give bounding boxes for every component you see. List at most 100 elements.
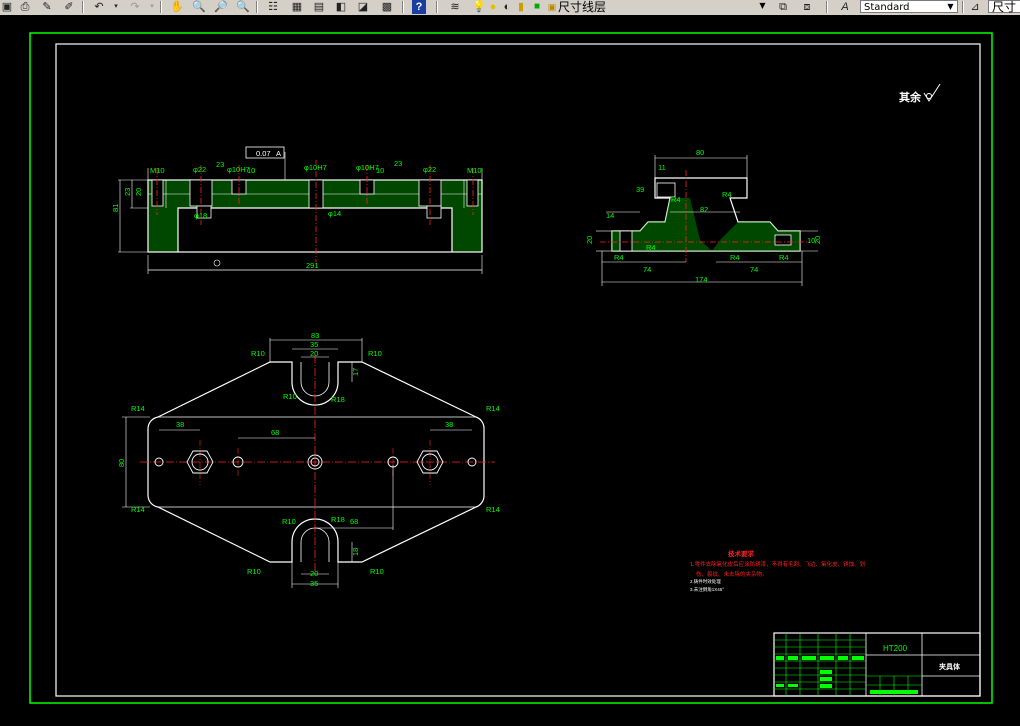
dim-r4-f: R4 [646, 243, 656, 252]
dim-20-bottom: 20 [310, 569, 318, 578]
dim-d10h7-b: φ10H7 [304, 163, 327, 172]
title-block: HT200 夹具体 [773, 632, 981, 697]
dim-14: 14 [606, 211, 614, 220]
dim-18: 18 [351, 548, 360, 556]
dim-r10-b: R10 [368, 349, 382, 358]
make-current-layer-icon[interactable]: ⧉ [776, 0, 790, 14]
text-style-select[interactable]: Standard ▼ [860, 0, 958, 13]
undo-dropdown-icon[interactable]: ▾ [112, 0, 120, 14]
redo-icon[interactable]: ↷ [128, 0, 142, 14]
dim-20-left: 20 [585, 236, 594, 244]
dim-r10-a: R10 [251, 349, 265, 358]
tech-req-title: 技术要求 [728, 549, 755, 558]
chevron-down-icon[interactable]: ▼ [945, 1, 956, 12]
dim-81: 81 [111, 204, 120, 212]
dim-17: 17 [351, 368, 360, 376]
dim-r10-e: R10 [247, 567, 261, 576]
dim-r18-b: R18 [331, 515, 345, 524]
chevron-down-icon[interactable]: ▼ [757, 0, 768, 11]
dim-38-right: 38 [445, 420, 453, 429]
calculator-icon[interactable]: ▩ [380, 0, 394, 14]
dim-74-right: 74 [750, 265, 758, 274]
dim-10-a: 10 [247, 166, 255, 175]
tech-req-line1: 1.零件去除氧化皮后应涂防锈漆，不得有毛刺、飞边、氧化皮、锈蚀、划 [690, 560, 865, 568]
dim-tolerance: 0.07 [256, 149, 271, 158]
technical-requirements: 技术要求 1.零件去除氧化皮后应涂防锈漆，不得有毛刺、飞边、氧化皮、锈蚀、划 伤… [690, 549, 865, 593]
dim-291: 291 [306, 261, 319, 270]
zoom-previous-icon[interactable]: 🔍 [236, 0, 250, 14]
match-properties-icon[interactable]: ✐ [62, 0, 76, 14]
dim-m10-left: M10 [150, 166, 165, 175]
dim-23-a: 23 [216, 160, 224, 169]
dimension-style-select[interactable]: 尺寸 [988, 0, 1020, 14]
layer-manager-icon[interactable]: ≋ [448, 0, 462, 14]
dim-r4-d: R4 [730, 253, 740, 262]
pencil-icon[interactable]: ✎ [40, 0, 54, 14]
dim-r14-d: R14 [486, 505, 500, 514]
dim-d18: φ18 [194, 211, 207, 220]
undo-icon[interactable]: ↶ [92, 0, 106, 14]
layer-previous-icon[interactable]: ⧈ [800, 0, 814, 14]
properties-icon[interactable]: ☷ [266, 0, 280, 14]
tech-req-line2: 伤、裂纹、未去除的夹杂物。 [696, 570, 768, 578]
dim-r4-b: R4 [722, 190, 732, 199]
tool-palettes-icon[interactable]: ▤ [312, 0, 326, 14]
title-block-material: HT200 [883, 644, 908, 653]
inner-border [55, 43, 981, 697]
redo-dropdown-icon[interactable]: ▾ [148, 0, 156, 14]
markup-icon[interactable]: ◪ [356, 0, 370, 14]
dim-68-bottom: 68 [350, 517, 358, 526]
layer-vp-freeze-icon[interactable]: ◐ [500, 0, 514, 14]
drawing-canvas[interactable]: 其余 291 φ22 φ22 φ10H7 φ10H7 φ10H7 φ18 φ14… [0, 15, 1020, 721]
title-block-part-name: 夹具体 [939, 662, 961, 671]
dim-m10-right: M10 [467, 166, 482, 175]
dim-11: 11 [658, 163, 666, 172]
open-icon[interactable]: ▣ [0, 0, 14, 14]
dim-74-left: 74 [643, 265, 651, 274]
dim-20-right: 20 [813, 236, 822, 244]
dim-r14-c: R14 [131, 505, 145, 514]
layer-color-icon: ■ [533, 1, 541, 12]
dim-80: 80 [117, 459, 126, 467]
zoom-window-icon[interactable]: 🔎 [214, 0, 228, 14]
standard-toolbar: ▣ ⎙ ✎ ✐ ↶ ▾ ↷ ▾ ✋ 🔍 🔎 🔍 ☷ ▦ ▤ ◧ ◪ ▩ ? ≋ … [0, 0, 1020, 16]
dim-r10-c: R10 [283, 392, 297, 401]
cad-drawing: 其余 291 φ22 φ22 φ10H7 φ10H7 φ10H7 φ18 φ14… [29, 32, 993, 704]
dim-datum: A [276, 149, 281, 158]
dim-80: 80 [696, 148, 704, 157]
dim-r14-b: R14 [486, 404, 500, 413]
layer-select-value: 尺寸线层 [558, 0, 607, 14]
print-icon[interactable]: ⎙ [18, 0, 32, 14]
dim-35-top: 35 [310, 340, 318, 349]
dim-38-left: 38 [176, 420, 184, 429]
dimension-style-icon[interactable]: ⊿ [968, 0, 982, 14]
layer-on-icon[interactable]: 💡 [472, 0, 486, 14]
side-view [596, 155, 818, 286]
layer-select[interactable]: 尺寸线层 ▼ [556, 0, 770, 14]
dim-68: 68 [271, 428, 279, 437]
dim-23-b: 23 [394, 159, 402, 168]
pan-icon[interactable]: ✋ [170, 0, 184, 14]
dim-r10-f: R10 [370, 567, 384, 576]
dim-174: 174 [695, 275, 708, 284]
dim-d22-left: φ22 [193, 165, 206, 174]
dim-r10-d: R10 [282, 517, 296, 526]
dim-23-v: 23 [123, 188, 132, 196]
dim-20-v: 20 [134, 188, 143, 196]
zoom-realtime-icon[interactable]: 🔍 [192, 0, 206, 14]
sheet-set-icon[interactable]: ◧ [334, 0, 348, 14]
design-center-icon[interactable]: ▦ [290, 0, 304, 14]
dim-r4-c: R4 [614, 253, 624, 262]
text-style-icon[interactable]: A [838, 0, 852, 14]
dim-d14: φ14 [328, 209, 341, 218]
layer-lock-icon[interactable]: ▮ [514, 0, 528, 14]
dim-r4-a: R4 [671, 195, 681, 204]
roughness-circle [926, 93, 932, 99]
dim-20-top: 20 [310, 349, 318, 358]
layer-freeze-icon[interactable]: ● [486, 0, 500, 14]
dimension-style-value: 尺寸 [992, 0, 1017, 14]
dim-r14-a: R14 [131, 404, 145, 413]
help-icon[interactable]: ? [412, 0, 426, 14]
outer-border [29, 32, 993, 704]
tech-req-line3: 2.铸件时效处理 [690, 578, 721, 585]
